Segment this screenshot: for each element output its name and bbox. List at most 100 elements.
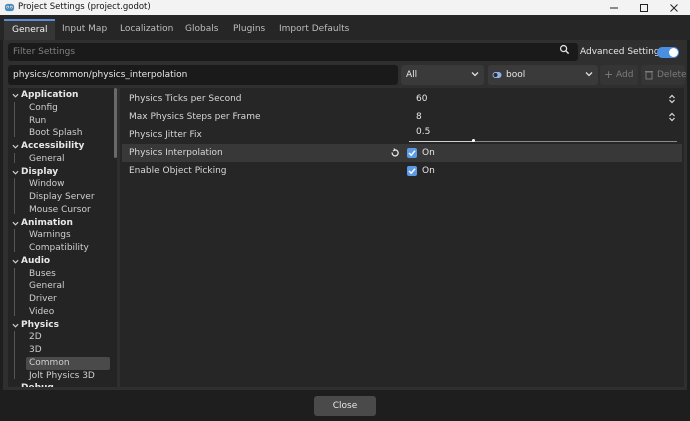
tree-section[interactable]: Application — [8, 89, 112, 102]
tab-bar: General Input Map Localization Globals P… — [0, 15, 690, 40]
chevron-down-icon[interactable] — [12, 220, 19, 227]
chevron-down-icon[interactable] — [12, 169, 19, 176]
tree-item[interactable]: General — [8, 280, 112, 293]
settings-panel: Filter Settings Advanced Settings physic… — [3, 40, 687, 390]
tree-guide-line — [14, 152, 15, 163]
chevron-down-icon[interactable] — [12, 385, 19, 387]
property-physics-ticks: Physics Ticks per Second 60 — [122, 90, 682, 108]
chevron-down-icon[interactable] — [12, 258, 19, 265]
close-icon[interactable] — [659, 0, 689, 15]
add-button[interactable]: + Add — [600, 65, 638, 85]
tree-item[interactable]: Driver — [8, 293, 112, 306]
tree-label: General — [29, 153, 65, 164]
tree-item[interactable]: Warnings — [8, 229, 112, 242]
bool-type-icon — [492, 72, 502, 78]
tree-item[interactable]: Run — [8, 115, 112, 128]
tree-label: Mouse Cursor — [29, 204, 91, 215]
property-physics-jitter-fix: Physics Jitter Fix 0.5 — [122, 126, 682, 144]
tab-localization[interactable]: Localization — [112, 19, 181, 40]
tree-item[interactable]: Common — [8, 356, 112, 370]
ticks-spinbox[interactable]: 60 — [416, 90, 427, 108]
plus-icon: + — [604, 68, 614, 81]
property-path-value: physics/common/physics_interpolation — [13, 70, 188, 80]
tree-item[interactable]: Display Server — [8, 191, 112, 204]
scope-select[interactable]: All — [401, 65, 484, 85]
tree-label: Window — [29, 179, 65, 190]
type-select[interactable]: bool — [488, 65, 598, 85]
jitter-slider-grabber[interactable] — [472, 139, 475, 142]
tree-label: Display — [21, 166, 59, 177]
chevron-down-icon[interactable] — [12, 322, 19, 329]
property-path-input[interactable]: physics/common/physics_interpolation — [8, 65, 398, 85]
tab-general[interactable]: General — [4, 19, 56, 40]
tree-label: Display Server — [29, 192, 95, 202]
tree-label: Driver — [29, 294, 57, 304]
tree-item[interactable]: Window — [8, 178, 112, 191]
minimize-icon[interactable] — [599, 0, 629, 15]
maximize-icon[interactable] — [629, 0, 659, 15]
tree-label: Video — [29, 306, 55, 317]
interpolation-checkbox-label[interactable]: On — [422, 144, 435, 162]
tree-item[interactable]: 2D — [8, 331, 112, 344]
property-label: Physics Jitter Fix — [129, 130, 202, 140]
tab-globals[interactable]: Globals — [177, 19, 226, 40]
close-button[interactable]: Close — [314, 396, 376, 416]
spin-arrows-icon[interactable] — [668, 94, 676, 104]
tree-label: Animation — [21, 217, 73, 228]
tree-section[interactable]: Display — [8, 166, 112, 179]
interpolation-checkbox[interactable] — [407, 148, 417, 158]
tree-item[interactable]: Jolt Physics 3D — [8, 370, 112, 383]
property-max-physics-steps: Max Physics Steps per Frame 8 — [122, 108, 682, 126]
tree-item[interactable]: General — [8, 153, 112, 166]
object-picking-checkbox[interactable] — [407, 166, 417, 176]
chevron-down-icon[interactable] — [12, 92, 19, 99]
jitter-value[interactable]: 0.5 — [416, 123, 430, 141]
spin-arrows-icon[interactable] — [668, 112, 676, 122]
property-label: Enable Object Picking — [129, 166, 227, 176]
trash-icon — [645, 71, 653, 80]
chevron-down-icon[interactable] — [12, 143, 19, 150]
tab-plugins[interactable]: Plugins — [225, 19, 273, 40]
tree-item[interactable]: Boot Splash — [8, 127, 112, 140]
tree-label: 3D — [29, 345, 42, 355]
advanced-settings-toggle[interactable] — [657, 47, 679, 58]
tree-label: Jolt Physics 3D — [29, 370, 95, 381]
tree-label: Run — [29, 115, 47, 126]
property-physics-interpolation: Physics Interpolation On — [122, 144, 682, 162]
tree-label: Common — [29, 357, 70, 368]
chevron-down-icon — [585, 72, 593, 77]
tab-input-map[interactable]: Input Map — [54, 19, 115, 40]
checkmark-icon — [408, 150, 416, 157]
tree-section[interactable]: Debug — [8, 382, 112, 387]
scope-select-value: All — [406, 70, 418, 80]
tree-label: Warnings — [29, 230, 71, 241]
tab-import-defaults[interactable]: Import Defaults — [271, 19, 357, 40]
tree-label: Compatibility — [29, 243, 89, 253]
tree-guide-line — [14, 267, 15, 316]
tree-section[interactable]: Accessibility — [8, 140, 112, 153]
tree-scrollbar[interactable] — [114, 88, 117, 158]
tree-item[interactable]: Compatibility — [8, 242, 112, 255]
tree-label: Physics — [21, 319, 60, 330]
tree-label: Config — [29, 102, 58, 113]
tree-label: Boot Splash — [29, 128, 83, 139]
tree-label: Audio — [21, 255, 51, 266]
revert-icon[interactable] — [390, 148, 400, 158]
delete-button[interactable]: Delete — [641, 65, 687, 85]
filter-icon[interactable] — [559, 44, 570, 55]
type-select-value: bool — [506, 70, 526, 80]
tree-item[interactable]: Buses — [8, 268, 112, 281]
tree-item[interactable]: Mouse Cursor — [8, 204, 112, 217]
tree-label: Accessibility — [21, 141, 85, 151]
property-label: Max Physics Steps per Frame — [129, 112, 261, 122]
tree-item[interactable]: Config — [8, 102, 112, 115]
tree-section[interactable]: Audio — [8, 255, 112, 268]
tree-section[interactable]: Physics — [8, 319, 112, 332]
settings-tree: Application Config Run Boot Splash Accessibi… — [8, 88, 117, 387]
tree-section[interactable]: Animation — [8, 217, 112, 230]
tree-label: 2D — [29, 332, 42, 343]
filter-settings-input[interactable]: Filter Settings — [8, 43, 578, 61]
tree-item[interactable]: Video — [8, 306, 112, 319]
tree-item[interactable]: 3D — [8, 344, 112, 357]
object-picking-checkbox-label[interactable]: On — [422, 162, 435, 180]
